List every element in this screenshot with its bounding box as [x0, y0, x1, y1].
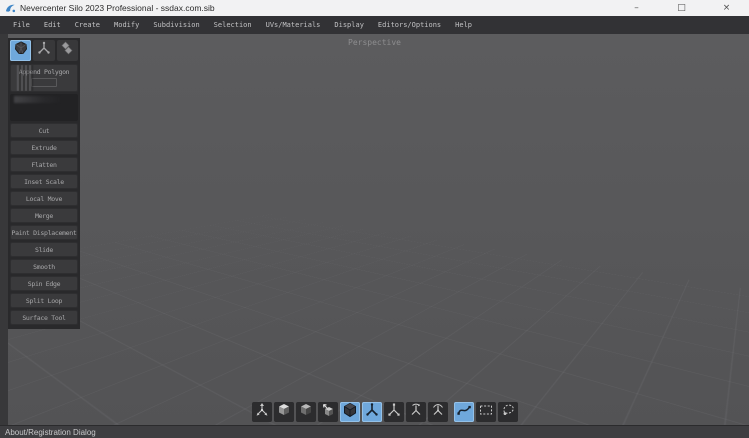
panel-button-paint-displacement[interactable]: Paint Displacement: [10, 225, 78, 240]
menu-item-subdivision[interactable]: Subdivision: [146, 16, 206, 34]
cube-face-icon: [297, 401, 315, 424]
statusbar: About/Registration Dialog: [0, 425, 749, 438]
move-tripod-icon: [363, 401, 381, 424]
ghost-button[interactable]: [10, 94, 78, 121]
toolbar-button-object-mode[interactable]: [340, 402, 360, 422]
panel-button-inset-scale[interactable]: Inset Scale: [10, 174, 78, 189]
panel-button-slide[interactable]: Slide: [10, 242, 78, 257]
window-controls: – □ ×: [614, 0, 749, 16]
close-button[interactable]: ×: [704, 0, 749, 16]
bottom-toolbar: [252, 402, 520, 422]
tab-polygon-tools[interactable]: [10, 40, 31, 61]
toolbar-button-rotate-tool[interactable]: [406, 402, 426, 422]
panel-button-spin-edge[interactable]: Spin Edge: [10, 276, 78, 291]
tool-panel: Append Polygon Cut Extrude Flatten Inset…: [8, 38, 80, 329]
universal-manipulator-icon: [253, 401, 271, 424]
silo-logo-icon: [5, 3, 16, 14]
panel-button-cut[interactable]: Cut: [10, 123, 78, 138]
menu-item-uvs-materials[interactable]: UVs/Materials: [259, 16, 328, 34]
menu-item-file[interactable]: File: [6, 16, 37, 34]
tab-uv[interactable]: [57, 40, 78, 61]
toolbar-button-lasso-select[interactable]: [498, 402, 518, 422]
toolbar-button-scale-tool[interactable]: [384, 402, 404, 422]
append-polygon-button[interactable]: Append Polygon: [10, 64, 78, 92]
ground-grid: [0, 34, 749, 425]
menu-item-help[interactable]: Help: [448, 16, 479, 34]
menu-item-display[interactable]: Display: [327, 16, 371, 34]
soft-selection-curve-icon: [455, 401, 473, 424]
app-window: Nevercenter Silo 2023 Professional - ssd…: [0, 0, 749, 438]
polygon-tools-tab-icon: [13, 40, 29, 61]
panel-edge-strip: [0, 34, 8, 425]
uv-tab-icon: [59, 40, 75, 61]
render-artifact-streaks: [17, 65, 33, 91]
toolbar-button-universal-tool[interactable]: [428, 402, 448, 422]
maximize-button[interactable]: □: [659, 0, 704, 16]
panel-button-flatten[interactable]: Flatten: [10, 157, 78, 172]
tool-panel-tabs: [10, 40, 78, 61]
minimize-button[interactable]: –: [614, 0, 659, 16]
toolbar-button-cube-solid[interactable]: [274, 402, 294, 422]
menu-item-selection[interactable]: Selection: [207, 16, 259, 34]
marquee-select-icon: [477, 401, 495, 424]
viewport-label: Perspective: [0, 38, 749, 47]
menu-item-editors-options[interactable]: Editors/Options: [371, 16, 448, 34]
status-text: About/Registration Dialog: [5, 428, 96, 437]
tab-manipulator[interactable]: [33, 40, 54, 61]
menu-item-modify[interactable]: Modify: [107, 16, 146, 34]
manipulator-tab-icon: [36, 40, 52, 61]
toolbar-button-cube-extrude[interactable]: [318, 402, 338, 422]
menubar: File Edit Create Modify Subdivision Sele…: [0, 16, 749, 34]
panel-button-merge[interactable]: Merge: [10, 208, 78, 223]
window-title: Nevercenter Silo 2023 Professional - ssd…: [20, 0, 215, 16]
lasso-select-icon: [499, 401, 517, 424]
panel-button-local-move[interactable]: Local Move: [10, 191, 78, 206]
scale-tripod-icon: [385, 401, 403, 424]
append-polygon-preview-box: [31, 78, 57, 87]
panel-button-surface-tool[interactable]: Surface Tool: [10, 310, 78, 325]
toolbar-button-move-tool[interactable]: [362, 402, 382, 422]
viewport-3d[interactable]: Perspective: [0, 34, 749, 425]
universal-tripod-icon: [429, 401, 447, 424]
titlebar: Nevercenter Silo 2023 Professional - ssd…: [0, 0, 749, 16]
polygon-object-mode-icon: [341, 401, 359, 424]
panel-button-split-loop[interactable]: Split Loop: [10, 293, 78, 308]
ghost-text-smudge: [14, 96, 62, 103]
toolbar-button-soft-selection[interactable]: [454, 402, 474, 422]
menu-item-create[interactable]: Create: [68, 16, 107, 34]
panel-button-extrude[interactable]: Extrude: [10, 140, 78, 155]
menu-item-edit[interactable]: Edit: [37, 16, 68, 34]
rotate-tripod-icon: [407, 401, 425, 424]
cube-extrude-icon: [319, 401, 337, 424]
toolbar-button-marquee-select[interactable]: [476, 402, 496, 422]
toolbar-button-universal-manipulator[interactable]: [252, 402, 272, 422]
cube-solid-icon: [275, 401, 293, 424]
toolbar-button-cube-face[interactable]: [296, 402, 316, 422]
panel-button-smooth[interactable]: Smooth: [10, 259, 78, 274]
